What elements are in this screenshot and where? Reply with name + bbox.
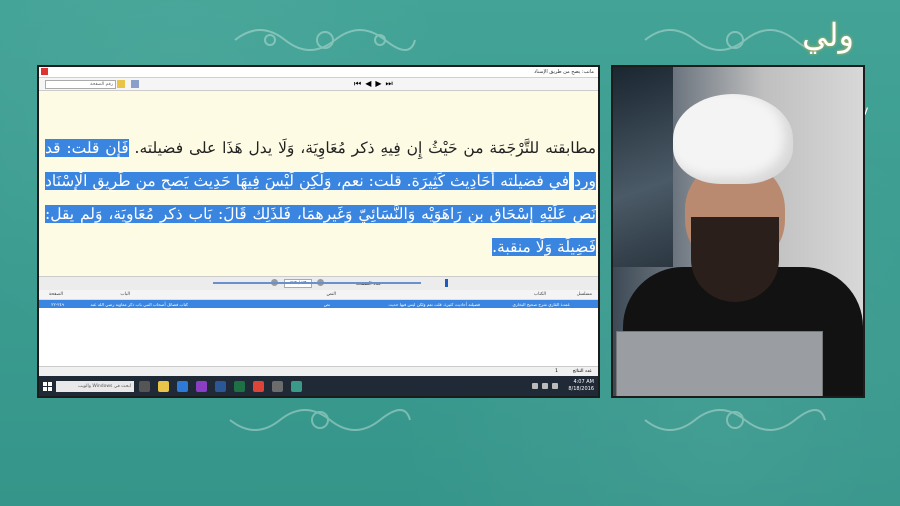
table-row[interactable]: عمدة القاري شرح صحيح البخاري فضيلته أحاد… [39, 300, 598, 308]
col-chapter[interactable]: الباب [120, 292, 130, 297]
first-page-button[interactable]: ⏮ [354, 79, 361, 89]
col-text[interactable]: النص [327, 292, 337, 297]
copy-icon[interactable] [131, 80, 139, 88]
store-icon[interactable] [196, 381, 207, 392]
ornament-top-left [230, 20, 420, 60]
results-count: 1 [555, 369, 558, 374]
page-navigation: ⏮ ◀ ▶ ⏭ [354, 79, 393, 89]
edge-icon[interactable] [177, 381, 188, 392]
toolbar-icons [117, 80, 139, 88]
windows-taskbar: ابحث في Windows والويب 4:07 AM 8/18/2016 [39, 376, 598, 396]
close-icon[interactable] [41, 68, 48, 75]
cell-chapter: كتاب فضائل أصحاب النبي باب ذكر معاوية رض… [90, 302, 188, 307]
col-serial[interactable]: مسلسل [577, 292, 592, 297]
last-page-button[interactable]: ⏭ [386, 79, 393, 89]
cell-page: ٢٤٩-٢٢ [51, 302, 64, 307]
next-page-button[interactable]: ▶ [375, 79, 381, 89]
settings-icon[interactable] [272, 381, 283, 392]
volume-icon[interactable] [542, 383, 548, 389]
toolbar: رقم الصفحة ⏮ ◀ ▶ ⏭ [39, 78, 598, 91]
page-number-input[interactable]: رقم الصفحة [45, 80, 116, 89]
page-slider[interactable] [213, 282, 421, 284]
book-text-selected: في فضيلته أَحَادِيث كَثِيرَة. قلت: نعم، … [45, 172, 596, 256]
status-bar: ٢٣ / ٧٢٩ عدد الصفحة [39, 276, 598, 290]
cell-match: نص [323, 302, 330, 307]
ornament-bottom-right [640, 400, 830, 440]
webcam-feed [611, 65, 865, 398]
search-results: مسلسل الكتاب النص الباب الصفحة عمدة القا… [39, 290, 598, 366]
task-view-icon[interactable] [139, 381, 150, 392]
windows-start-icon[interactable] [43, 382, 52, 391]
ornament-bottom-left [225, 400, 415, 440]
app-icon[interactable] [291, 381, 302, 392]
chrome-icon[interactable] [253, 381, 264, 392]
book-text[interactable]: مطابقته للتَّرْجَمَة من حَيْثُ إِن فِيهِ… [45, 132, 596, 264]
col-book[interactable]: الكتاب [534, 292, 546, 297]
results-count-label: عدد النتائج [572, 369, 592, 374]
window-title: ماتب: يصح من طريق الإسناد [534, 69, 594, 75]
presenter-beard [691, 217, 779, 302]
book-reader[interactable]: مطابقته للتَّرْجَمَة من حَيْثُ إِن فِيهِ… [39, 91, 598, 276]
cell-text: فضيلته أحاديث كثيرة. قلت نعم ولكن ليس في… [388, 302, 480, 307]
laptop-image [616, 331, 823, 396]
webcam-poster [613, 67, 673, 267]
clock-date: 8/18/2016 [568, 386, 594, 392]
prev-page-button[interactable]: ◀ [365, 79, 371, 89]
book-text-plain: مطابقته للتَّرْجَمَة من حَيْثُ إِن فِيهِ… [128, 139, 596, 157]
presenter-turban [673, 94, 793, 184]
taskbar-search-input[interactable]: ابحث في Windows والويب [56, 381, 134, 392]
word-icon[interactable] [215, 381, 226, 392]
taskbar-apps [139, 381, 302, 392]
cell-book: عمدة القاري شرح صحيح البخاري [512, 302, 571, 307]
app-window: ماتب: يصح من طريق الإسناد رقم الصفحة ⏮ ◀… [37, 65, 600, 398]
folder-icon[interactable] [117, 80, 125, 88]
clock[interactable]: 4:07 AM 8/18/2016 [568, 379, 594, 393]
col-page[interactable]: الصفحة [49, 292, 63, 297]
excel-icon[interactable] [234, 381, 245, 392]
window-titlebar: ماتب: يصح من طريق الإسناد [39, 67, 598, 78]
system-tray [532, 383, 558, 389]
network-icon[interactable] [532, 383, 538, 389]
results-header: مسلسل الكتاب النص الباب الصفحة [39, 290, 598, 300]
keyboard-icon[interactable] [552, 383, 558, 389]
file-explorer-icon[interactable] [158, 381, 169, 392]
clock-time: 4:07 AM [573, 379, 594, 385]
page-slider-handle[interactable] [445, 279, 448, 287]
